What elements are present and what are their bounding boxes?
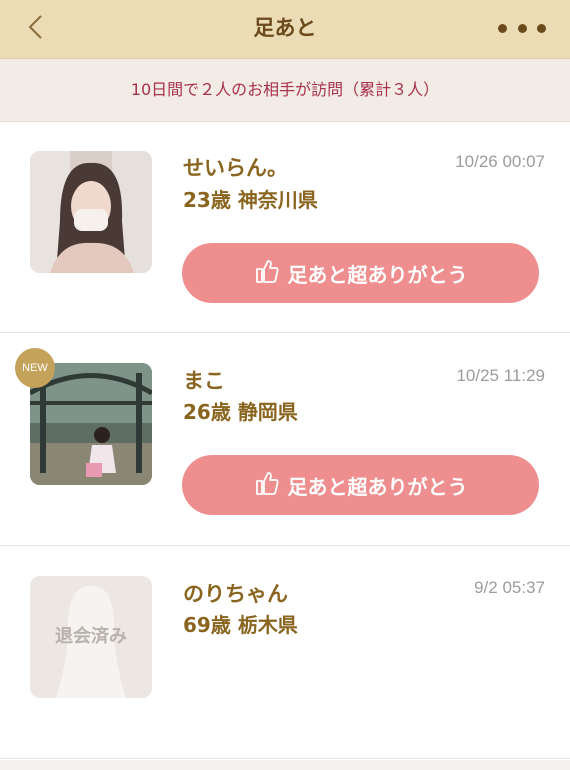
avatar[interactable] bbox=[30, 151, 152, 273]
visit-time: 10/26 00:07 bbox=[455, 152, 545, 171]
list-item[interactable]: NEW まこ 26歳 静岡県 10/25 11:29 足あと超ありがとう bbox=[0, 333, 570, 546]
user-prefecture: 静岡県 bbox=[237, 400, 298, 424]
new-badge: NEW bbox=[15, 348, 55, 388]
more-options-icon[interactable] bbox=[498, 20, 546, 36]
top-nav-bar: 足あと bbox=[0, 0, 570, 59]
list-bottom-spacer bbox=[0, 760, 570, 770]
user-name: せいらん。 bbox=[183, 156, 288, 180]
user-age-location: 23歳 神奈川県 bbox=[183, 184, 318, 213]
list-item[interactable]: 退会済み のりちゃん 69歳 栃木県 9/2 05:37 bbox=[0, 546, 570, 759]
user-age-location: 69歳 栃木県 bbox=[183, 609, 298, 638]
page-title: 足あと bbox=[253, 16, 317, 40]
thumbs-up-icon bbox=[254, 258, 280, 289]
list-item[interactable]: せいらん。 23歳 神奈川県 10/26 00:07 足あと超ありがとう bbox=[0, 122, 570, 333]
thanks-button-label: 足あと超ありがとう bbox=[287, 262, 468, 287]
visit-time: 10/25 11:29 bbox=[456, 366, 545, 385]
thumbs-up-icon bbox=[254, 470, 280, 501]
user-age: 23歳 bbox=[183, 188, 231, 212]
user-age: 26歳 bbox=[183, 400, 231, 424]
withdrawn-label: 退会済み bbox=[55, 626, 127, 647]
thanks-button[interactable]: 足あと超ありがとう bbox=[182, 455, 539, 515]
user-age: 69歳 bbox=[183, 613, 231, 637]
thanks-button-label: 足あと超ありがとう bbox=[287, 474, 468, 499]
avatar-withdrawn: 退会済み bbox=[30, 576, 152, 698]
user-prefecture: 栃木県 bbox=[237, 613, 298, 637]
user-age-location: 26歳 静岡県 bbox=[183, 396, 298, 425]
user-prefecture: 神奈川県 bbox=[237, 188, 318, 212]
user-name: まこ bbox=[183, 369, 225, 393]
user-name: のりちゃん bbox=[183, 582, 288, 606]
visit-time: 9/2 05:37 bbox=[474, 578, 545, 597]
thanks-button[interactable]: 足あと超ありがとう bbox=[182, 243, 539, 303]
visit-summary: 10日間で２人のお相手が訪問（累計３人） bbox=[0, 59, 570, 122]
